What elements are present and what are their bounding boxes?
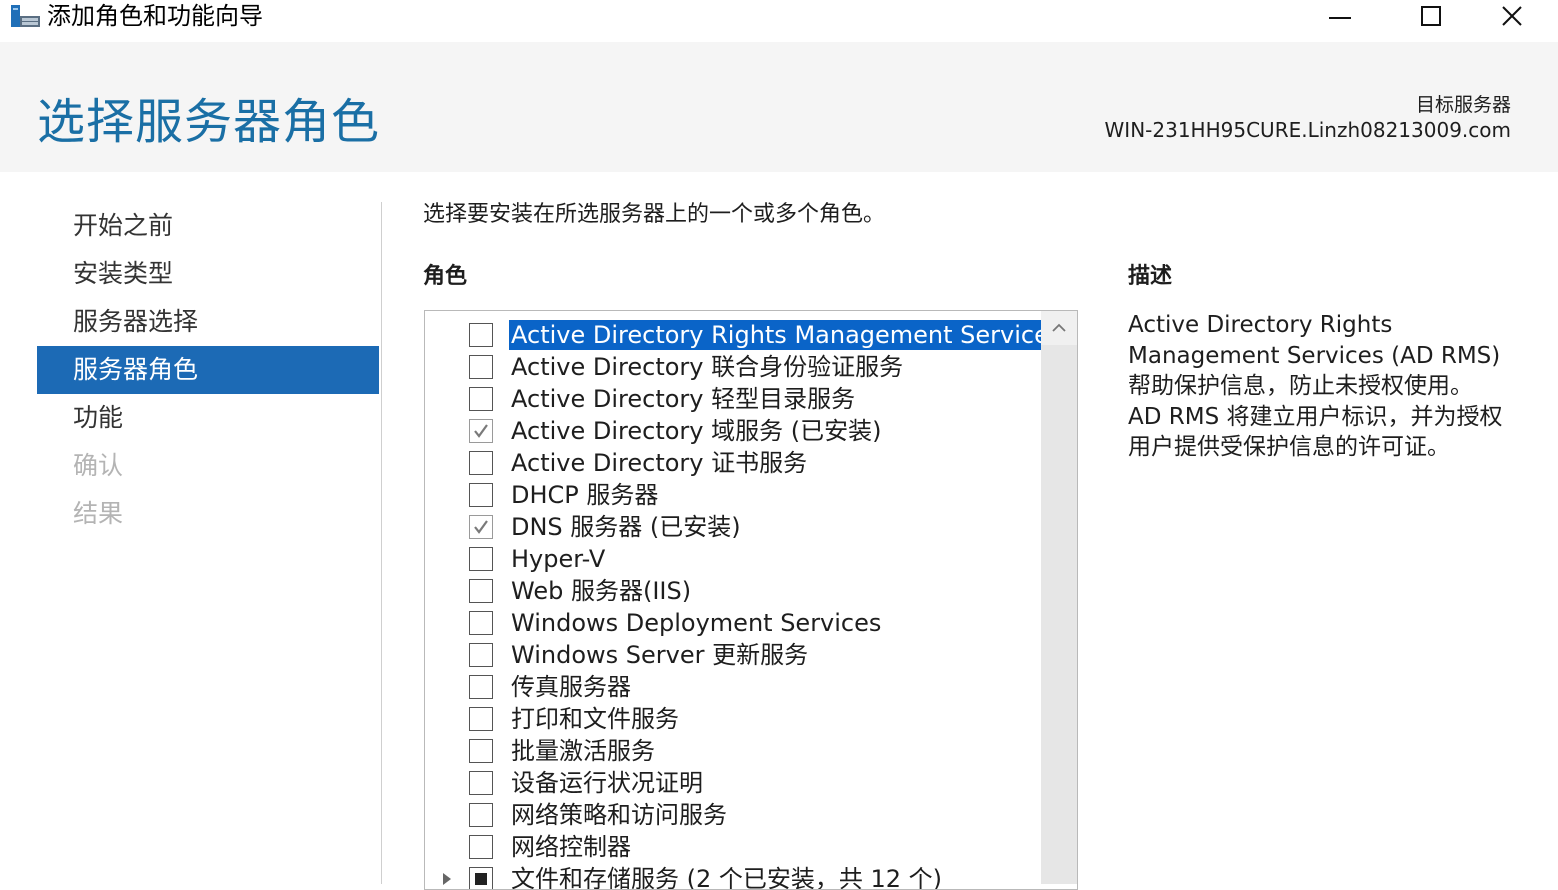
role-label: 设备运行状况证明 — [511, 769, 703, 797]
instruction-text: 选择要安装在所选服务器上的一个或多个角色。 — [423, 202, 886, 227]
role-item-web-server[interactable]: Web 服务器(IIS) — [425, 576, 1041, 608]
role-checkbox[interactable] — [469, 835, 493, 859]
nav-divider — [381, 202, 382, 884]
role-label: Hyper-V — [511, 545, 606, 573]
role-checkbox[interactable] — [469, 547, 493, 571]
role-item-nps[interactable]: 网络策略和访问服务 — [425, 800, 1041, 832]
nav-item-installation-type[interactable]: 安装类型 — [37, 250, 379, 298]
roles-list[interactable]: Active Directory Rights Management Servi… — [424, 310, 1078, 890]
scroll-up-button[interactable] — [1041, 311, 1077, 345]
window-title: 添加角色和功能向导 — [47, 2, 263, 30]
nav-item-before-you-begin[interactable]: 开始之前 — [37, 202, 379, 250]
role-item-device-health[interactable]: 设备运行状况证明 — [425, 768, 1041, 800]
role-item-ad-ds: Active Directory 域服务 (已安装) — [425, 416, 1041, 448]
destination-server-label: 目标服务器 — [1415, 94, 1511, 116]
role-label: 传真服务器 — [511, 673, 631, 701]
role-checkbox[interactable] — [469, 483, 493, 507]
role-item-wds[interactable]: Windows Deployment Services — [425, 608, 1041, 640]
role-label: Active Directory 证书服务 — [511, 449, 808, 477]
nav-item-confirmation: 确认 — [73, 451, 124, 480]
roles-heading: 角色 — [423, 264, 468, 289]
indeterminate-mark — [475, 873, 487, 885]
role-label: DNS 服务器 (已安装) — [511, 513, 741, 541]
role-item-dhcp[interactable]: DHCP 服务器 — [425, 480, 1041, 512]
description-line: AD RMS 将建立用户标识，并为授权 — [1128, 403, 1503, 430]
role-item-ad-cs[interactable]: Active Directory 证书服务 — [425, 448, 1041, 480]
role-checkbox[interactable] — [469, 387, 493, 411]
description-line: 帮助保护信息，防止未授权使用。 — [1128, 373, 1473, 399]
role-item-print-services[interactable]: 打印和文件服务 — [425, 704, 1041, 736]
roles-scrollbar[interactable] — [1041, 311, 1077, 884]
role-label: Windows Deployment Services — [511, 609, 882, 637]
maximize-icon — [1421, 6, 1441, 26]
role-checkbox-indeterminate[interactable] — [469, 867, 493, 889]
description-line: 用户提供受保护信息的许可证。 — [1128, 434, 1450, 460]
role-item-ad-rms[interactable]: Active Directory Rights Management Servi… — [425, 320, 1064, 352]
role-label: 打印和文件服务 — [511, 705, 679, 733]
nav-item-features[interactable]: 功能 — [37, 394, 379, 442]
role-item-ad-lds[interactable]: Active Directory 轻型目录服务 — [425, 384, 1041, 416]
role-label: Web 服务器(IIS) — [511, 577, 692, 605]
role-item-ad-fs[interactable]: Active Directory 联合身份验证服务 — [425, 352, 1041, 384]
destination-server-name: WIN-231HH95CURE.Linzh08213009.com — [1104, 118, 1511, 142]
close-button[interactable] — [1466, 0, 1558, 32]
role-item-file-storage[interactable]: 文件和存储服务 (2 个已安装，共 12 个) — [425, 864, 1041, 890]
nav-item-results: 结果 — [73, 499, 124, 528]
role-description: Active Directory Rights Management Servi… — [1128, 310, 1528, 463]
minimize-icon — [1329, 17, 1351, 19]
nav-item-server-roles[interactable]: 服务器角色 — [37, 346, 379, 394]
description-heading: 描述 — [1128, 264, 1173, 289]
role-label: Active Directory 轻型目录服务 — [511, 385, 856, 413]
role-checkbox[interactable] — [469, 675, 493, 699]
page-title: 选择服务器角色 — [37, 94, 381, 150]
role-label: 网络策略和访问服务 — [511, 801, 727, 829]
role-checkbox-checked — [469, 419, 493, 443]
role-item-hyper-v[interactable]: Hyper-V — [425, 544, 1041, 576]
role-item-dns: DNS 服务器 (已安装) — [425, 512, 1041, 544]
role-checkbox[interactable] — [469, 707, 493, 731]
role-item-fax-server[interactable]: 传真服务器 — [425, 672, 1041, 704]
role-checkbox[interactable] — [469, 771, 493, 795]
close-icon — [1502, 6, 1522, 26]
role-checkbox[interactable] — [469, 323, 493, 347]
role-label: Windows Server 更新服务 — [511, 641, 809, 669]
role-checkbox[interactable] — [469, 611, 493, 635]
checkmark-icon — [474, 520, 488, 534]
role-checkbox[interactable] — [469, 739, 493, 763]
chevron-up-icon — [1052, 323, 1066, 332]
role-label: Active Directory Rights Management Servi… — [509, 320, 1064, 350]
role-label: 文件和存储服务 (2 个已安装，共 12 个) — [511, 865, 943, 890]
role-label: 网络控制器 — [511, 833, 631, 861]
nav-item-server-selection[interactable]: 服务器选择 — [37, 298, 379, 346]
description-line: Active Directory Rights — [1128, 312, 1393, 338]
checkmark-icon — [474, 424, 488, 438]
maximize-button[interactable] — [1385, 0, 1477, 32]
role-item-volume-activation[interactable]: 批量激活服务 — [425, 736, 1041, 768]
server-manager-icon — [10, 4, 42, 30]
role-checkbox[interactable] — [469, 579, 493, 603]
role-item-network-controller[interactable]: 网络控制器 — [425, 832, 1041, 864]
description-line: Management Services (AD RMS) — [1128, 342, 1501, 369]
role-label: Active Directory 域服务 (已安装) — [511, 417, 882, 445]
role-checkbox[interactable] — [469, 451, 493, 475]
role-checkbox-checked — [469, 515, 493, 539]
role-checkbox[interactable] — [469, 803, 493, 827]
role-item-wsus[interactable]: Windows Server 更新服务 — [425, 640, 1041, 672]
role-checkbox[interactable] — [469, 643, 493, 667]
expand-arrow-icon[interactable] — [443, 873, 451, 885]
role-checkbox[interactable] — [469, 355, 493, 379]
minimize-button[interactable] — [1294, 0, 1386, 32]
role-label: DHCP 服务器 — [511, 481, 659, 509]
role-label: 批量激活服务 — [511, 737, 655, 765]
role-label: Active Directory 联合身份验证服务 — [511, 353, 904, 381]
